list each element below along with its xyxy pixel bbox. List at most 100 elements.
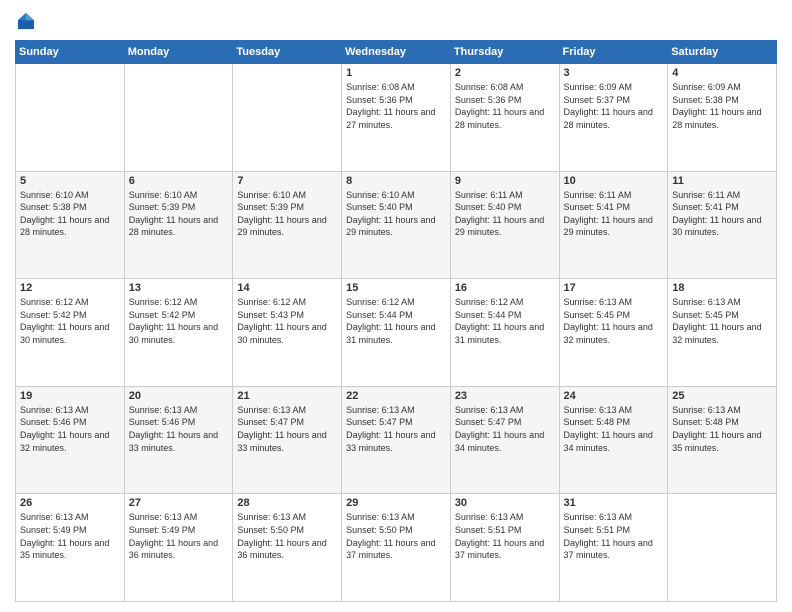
calendar-cell: 21 Sunrise: 6:13 AMSunset: 5:47 PMDayligh…: [233, 386, 342, 494]
day-info: Sunrise: 6:12 AMSunset: 5:43 PMDaylight:…: [237, 296, 337, 346]
day-number: 12: [20, 282, 120, 294]
calendar-cell: 11 Sunrise: 6:11 AMSunset: 5:41 PMDayligh…: [668, 171, 777, 279]
calendar-cell: 9Sunrise: 6:11 AMSunset: 5:40 PMDaylight…: [450, 171, 559, 279]
day-number: 10: [564, 175, 664, 187]
day-info: Sunrise: 6:10 AMSunset: 5:39 PMDaylight:…: [129, 189, 229, 239]
day-info: Sunrise: 6:13 AMSunset: 5:46 PMDaylight:…: [129, 404, 229, 454]
calendar-cell: 19 Sunrise: 6:13 AMSunset: 5:46 PMDayligh…: [16, 386, 125, 494]
day-info: Sunrise: 6:13 AMSunset: 5:49 PMDaylight:…: [20, 511, 120, 561]
day-info: Sunrise: 6:12 AMSunset: 5:44 PMDaylight:…: [455, 296, 555, 346]
day-number: 6: [129, 175, 229, 187]
day-number: 15: [346, 282, 446, 294]
day-info: Sunrise: 6:12 AMSunset: 5:44 PMDaylight:…: [346, 296, 446, 346]
calendar-week-3: 12 Sunrise: 6:12 AMSunset: 5:42 PMDayligh…: [16, 279, 777, 387]
day-number: 23: [455, 390, 555, 402]
day-info: Sunrise: 6:10 AMSunset: 5:39 PMDaylight:…: [237, 189, 337, 239]
calendar-cell: 18 Sunrise: 6:13 AMSunset: 5:45 PMDayligh…: [668, 279, 777, 387]
calendar-cell: 29Sunrise: 6:13 AMSunset: 5:50 PMDayligh…: [342, 494, 451, 602]
calendar-week-1: 1 Sunrise: 6:08 AMSunset: 5:36 PMDaylight…: [16, 64, 777, 172]
calendar-cell: [16, 64, 125, 172]
day-info: Sunrise: 6:12 AMSunset: 5:42 PMDaylight:…: [20, 296, 120, 346]
day-number: 5: [20, 175, 120, 187]
day-number: 13: [129, 282, 229, 294]
calendar-cell: 5 Sunrise: 6:10 AMSunset: 5:38 PMDaylight…: [16, 171, 125, 279]
day-info: Sunrise: 6:08 AMSunset: 5:36 PMDaylight:…: [455, 81, 555, 131]
calendar-week-2: 5 Sunrise: 6:10 AMSunset: 5:38 PMDaylight…: [16, 171, 777, 279]
day-number: 24: [564, 390, 664, 402]
day-number: 9: [455, 175, 555, 187]
calendar-cell: [124, 64, 233, 172]
day-number: 4: [672, 67, 772, 79]
day-number: 11: [672, 175, 772, 187]
weekday-header-row: SundayMondayTuesdayWednesdayThursdayFrid…: [16, 41, 777, 64]
calendar-cell: 14 Sunrise: 6:12 AMSunset: 5:43 PMDayligh…: [233, 279, 342, 387]
day-info: Sunrise: 6:13 AMSunset: 5:47 PMDaylight:…: [237, 404, 337, 454]
day-info: Sunrise: 6:13 AMSunset: 5:48 PMDaylight:…: [564, 404, 664, 454]
calendar-cell: 2 Sunrise: 6:08 AMSunset: 5:36 PMDaylight…: [450, 64, 559, 172]
calendar-cell: 25 Sunrise: 6:13 AMSunset: 5:48 PMDayligh…: [668, 386, 777, 494]
day-number: 7: [237, 175, 337, 187]
day-number: 22: [346, 390, 446, 402]
day-number: 21: [237, 390, 337, 402]
calendar-cell: 20 Sunrise: 6:13 AMSunset: 5:46 PMDayligh…: [124, 386, 233, 494]
weekday-header-friday: Friday: [559, 41, 668, 64]
day-info: Sunrise: 6:12 AMSunset: 5:42 PMDaylight:…: [129, 296, 229, 346]
day-number: 18: [672, 282, 772, 294]
calendar-cell: [233, 64, 342, 172]
day-number: 1: [346, 67, 446, 79]
day-info: Sunrise: 6:10 AMSunset: 5:38 PMDaylight:…: [20, 189, 120, 239]
calendar-cell: 24 Sunrise: 6:13 AMSunset: 5:48 PMDayligh…: [559, 386, 668, 494]
weekday-header-monday: Monday: [124, 41, 233, 64]
calendar-cell: 16 Sunrise: 6:12 AMSunset: 5:44 PMDayligh…: [450, 279, 559, 387]
page: SundayMondayTuesdayWednesdayThursdayFrid…: [0, 0, 792, 612]
calendar-cell: 4 Sunrise: 6:09 AMSunset: 5:38 PMDaylight…: [668, 64, 777, 172]
day-number: 20: [129, 390, 229, 402]
calendar-week-5: 26Sunrise: 6:13 AMSunset: 5:49 PMDayligh…: [16, 494, 777, 602]
calendar-cell: 30 Sunrise: 6:13 AMSunset: 5:51 PMDayligh…: [450, 494, 559, 602]
day-info: Sunrise: 6:08 AMSunset: 5:36 PMDaylight:…: [346, 81, 446, 131]
calendar-cell: 17Sunrise: 6:13 AMSunset: 5:45 PMDayligh…: [559, 279, 668, 387]
calendar-table: SundayMondayTuesdayWednesdayThursdayFrid…: [15, 40, 777, 602]
day-number: 8: [346, 175, 446, 187]
day-info: Sunrise: 6:09 AMSunset: 5:37 PMDaylight:…: [564, 81, 664, 131]
day-number: 3: [564, 67, 664, 79]
day-number: 2: [455, 67, 555, 79]
day-info: Sunrise: 6:13 AMSunset: 5:46 PMDaylight:…: [20, 404, 120, 454]
calendar-cell: 15 Sunrise: 6:12 AMSunset: 5:44 PMDayligh…: [342, 279, 451, 387]
day-number: 30: [455, 497, 555, 509]
calendar-cell: 1 Sunrise: 6:08 AMSunset: 5:36 PMDaylight…: [342, 64, 451, 172]
calendar-cell: 26Sunrise: 6:13 AMSunset: 5:49 PMDayligh…: [16, 494, 125, 602]
day-number: 31: [564, 497, 664, 509]
day-number: 27: [129, 497, 229, 509]
calendar-cell: 7 Sunrise: 6:10 AMSunset: 5:39 PMDaylight…: [233, 171, 342, 279]
day-info: Sunrise: 6:13 AMSunset: 5:49 PMDaylight:…: [129, 511, 229, 561]
calendar-cell: 3 Sunrise: 6:09 AMSunset: 5:37 PMDaylight…: [559, 64, 668, 172]
logo-icon: [15, 10, 37, 32]
day-info: Sunrise: 6:13 AMSunset: 5:45 PMDaylight:…: [672, 296, 772, 346]
calendar-cell: 12 Sunrise: 6:12 AMSunset: 5:42 PMDayligh…: [16, 279, 125, 387]
day-info: Sunrise: 6:13 AMSunset: 5:47 PMDaylight:…: [455, 404, 555, 454]
day-number: 17: [564, 282, 664, 294]
calendar-cell: 13 Sunrise: 6:12 AMSunset: 5:42 PMDayligh…: [124, 279, 233, 387]
day-info: Sunrise: 6:09 AMSunset: 5:38 PMDaylight:…: [672, 81, 772, 131]
day-info: Sunrise: 6:11 AMSunset: 5:41 PMDaylight:…: [672, 189, 772, 239]
calendar-cell: 6 Sunrise: 6:10 AMSunset: 5:39 PMDaylight…: [124, 171, 233, 279]
day-number: 29: [346, 497, 446, 509]
weekday-header-sunday: Sunday: [16, 41, 125, 64]
day-info: Sunrise: 6:13 AMSunset: 5:51 PMDaylight:…: [455, 511, 555, 561]
calendar-cell: 27 Sunrise: 6:13 AMSunset: 5:49 PMDayligh…: [124, 494, 233, 602]
day-info: Sunrise: 6:11 AMSunset: 5:41 PMDaylight:…: [564, 189, 664, 239]
day-info: Sunrise: 6:10 AMSunset: 5:40 PMDaylight:…: [346, 189, 446, 239]
day-number: 14: [237, 282, 337, 294]
day-info: Sunrise: 6:13 AMSunset: 5:50 PMDaylight:…: [237, 511, 337, 561]
logo: [15, 10, 39, 32]
day-number: 25: [672, 390, 772, 402]
day-number: 16: [455, 282, 555, 294]
weekday-header-saturday: Saturday: [668, 41, 777, 64]
day-info: Sunrise: 6:13 AMSunset: 5:48 PMDaylight:…: [672, 404, 772, 454]
weekday-header-thursday: Thursday: [450, 41, 559, 64]
day-number: 19: [20, 390, 120, 402]
calendar-cell: 23 Sunrise: 6:13 AMSunset: 5:47 PMDayligh…: [450, 386, 559, 494]
day-info: Sunrise: 6:13 AMSunset: 5:51 PMDaylight:…: [564, 511, 664, 561]
header: [15, 10, 777, 32]
